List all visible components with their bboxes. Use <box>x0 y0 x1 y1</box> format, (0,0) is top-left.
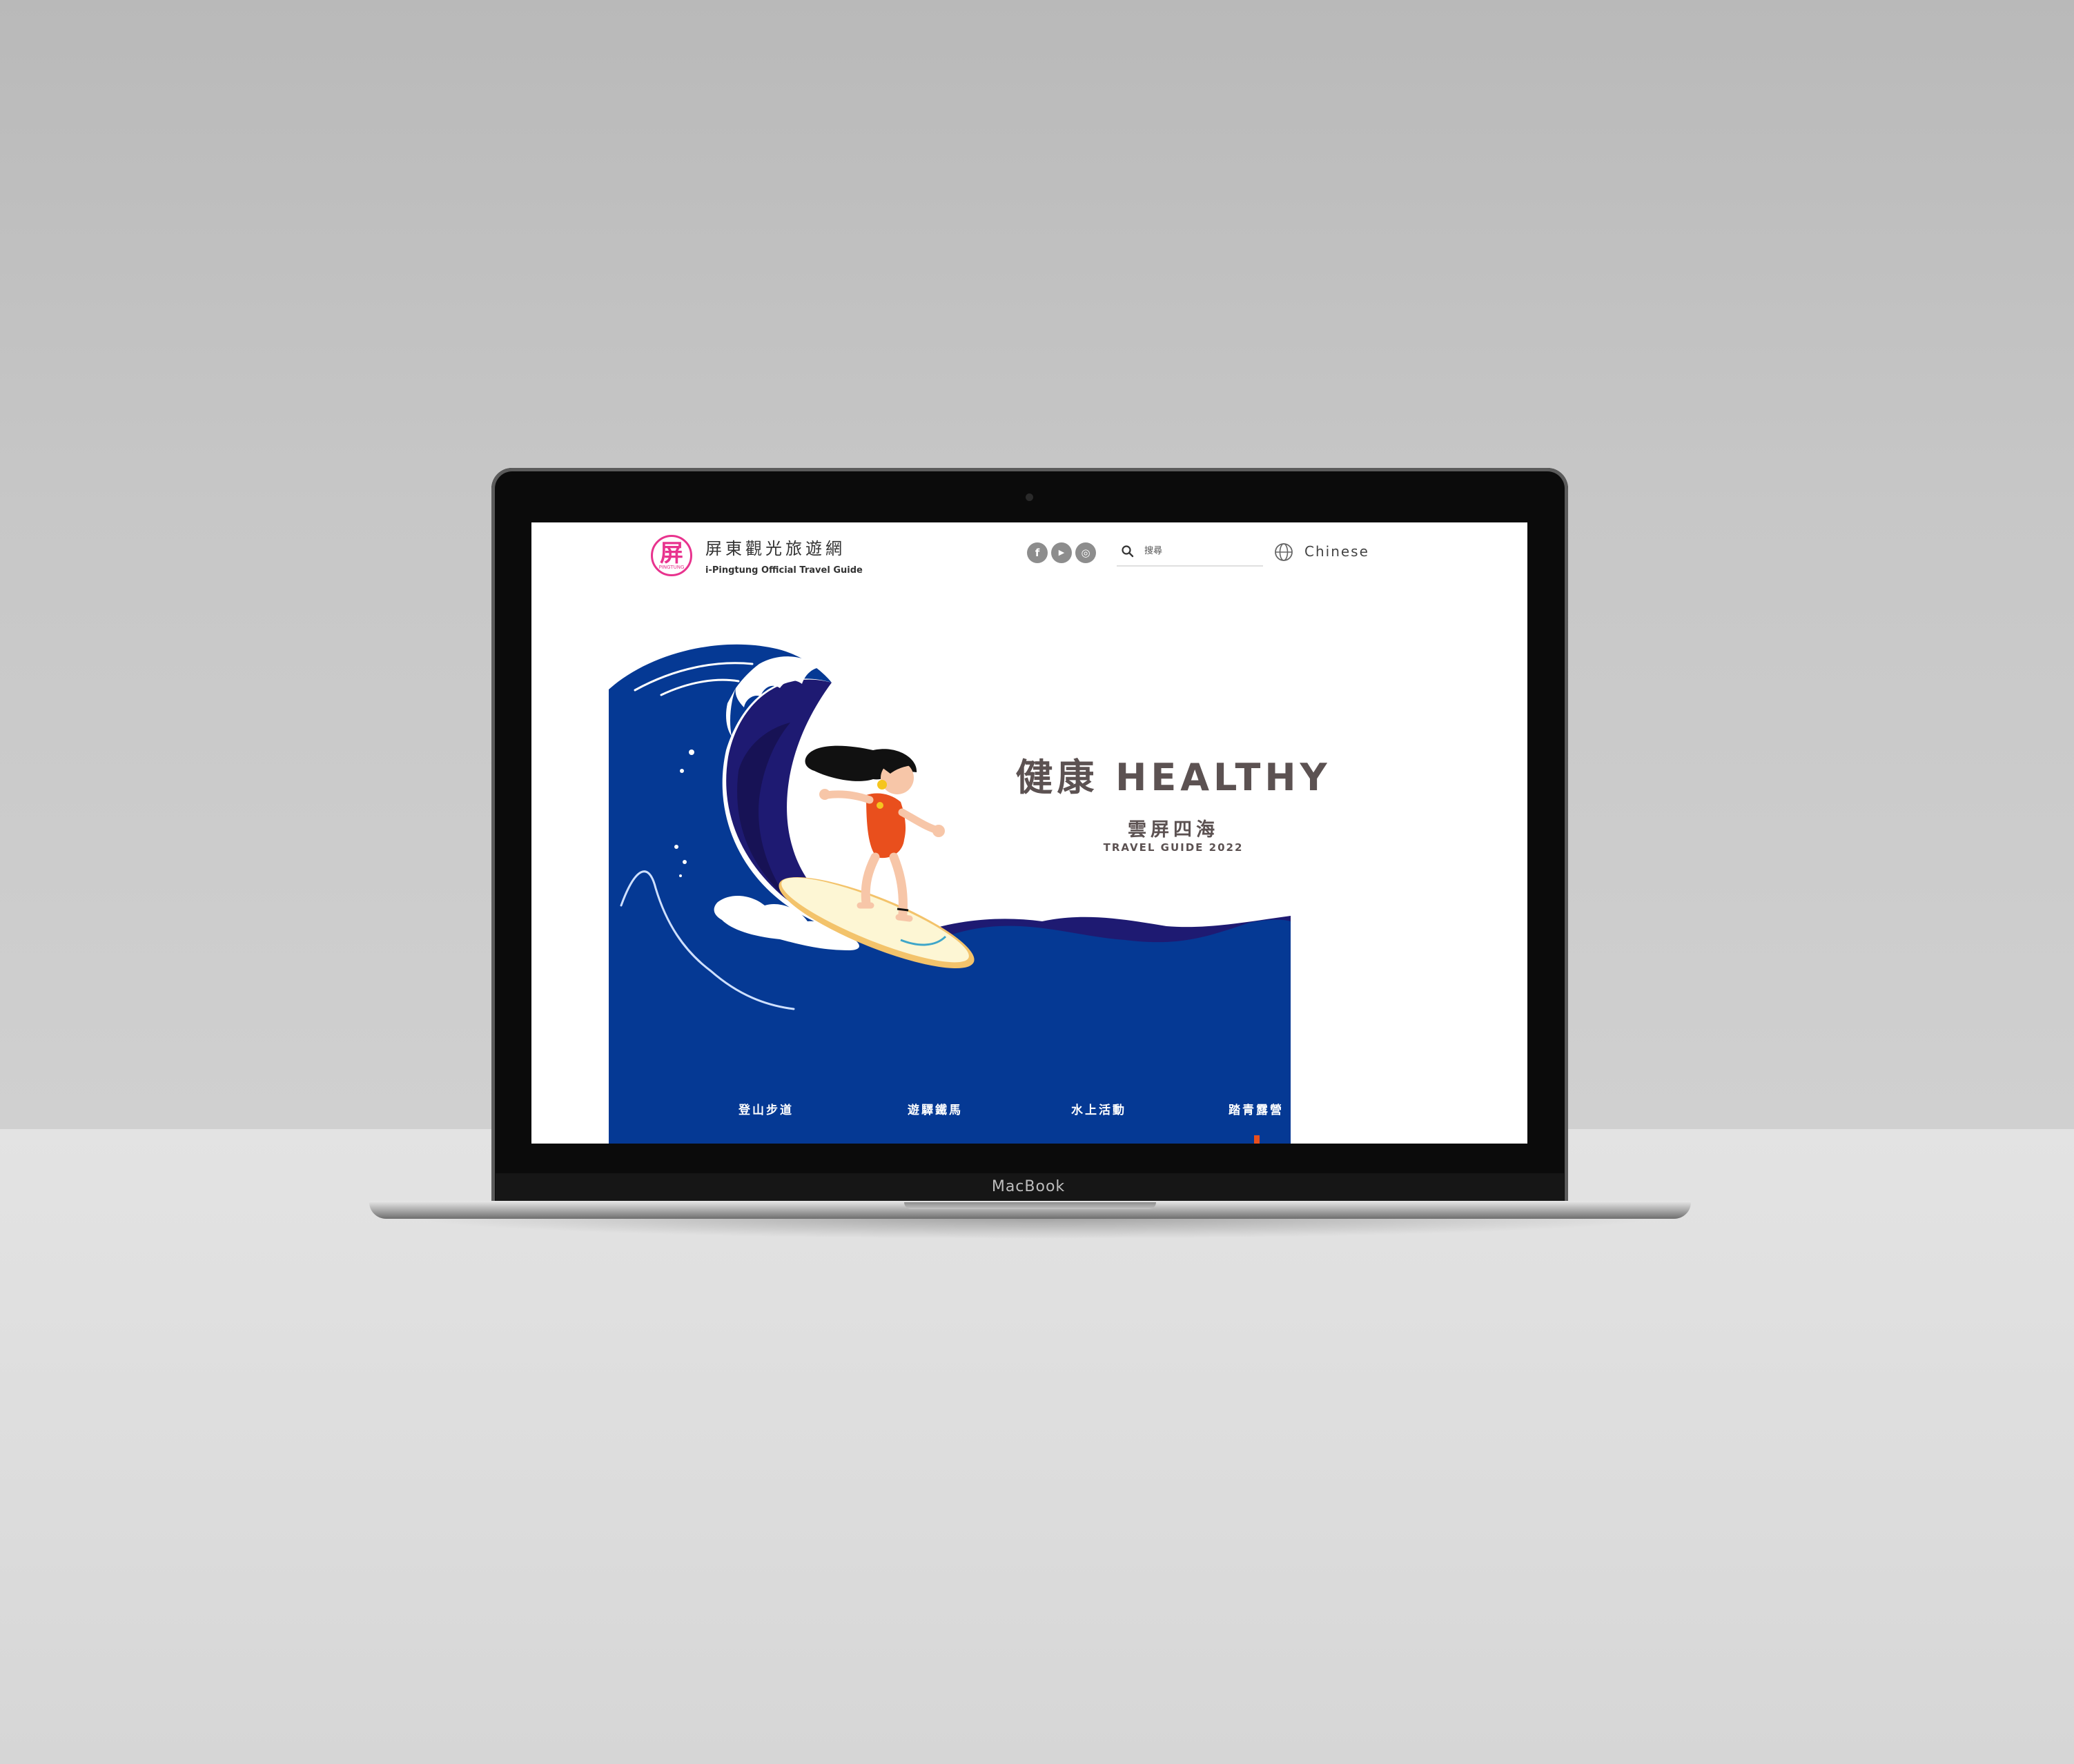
website-screen: 屏 PINGTUNG 屏東觀光旅遊網 i-Pingtung Official T… <box>531 522 1527 1144</box>
category-hiking-trails[interactable]: 登山步道 <box>711 1100 821 1117</box>
globe-icon[interactable] <box>1273 542 1294 562</box>
hero-tagline: TRAVEL GUIDE 2022 <box>1103 841 1244 854</box>
category-indicator <box>1254 1135 1260 1144</box>
hero-title: 健康 HEALTHY <box>1015 756 1331 799</box>
search-box[interactable] <box>1117 538 1263 567</box>
category-cycling[interactable]: 遊驛鐵馬 <box>880 1100 990 1117</box>
hero-subtitle: 雲屏四海 <box>1128 819 1219 841</box>
laptop-hinge-notch <box>904 1202 1156 1209</box>
language-selector[interactable]: Chinese <box>1304 543 1369 560</box>
instagram-icon[interactable]: ◎ <box>1075 542 1096 563</box>
camera-icon <box>1026 493 1033 501</box>
site-logo[interactable]: 屏 PINGTUNG <box>651 535 692 576</box>
site-title[interactable]: 屏東觀光旅遊網 <box>705 535 845 559</box>
device-brand-label: MacBook <box>991 1178 1066 1195</box>
category-water-activities[interactable]: 水上活動 <box>1044 1100 1154 1117</box>
youtube-icon[interactable]: ▶ <box>1051 542 1072 563</box>
logo-character: 屏 <box>660 540 683 567</box>
category-camping[interactable]: 踏青露營 <box>1201 1100 1311 1117</box>
site-subtitle: i-Pingtung Official Travel Guide <box>705 565 863 576</box>
search-input[interactable] <box>1144 543 1255 558</box>
search-icon[interactable] <box>1121 545 1135 558</box>
logo-wordmark: PINGTUNG <box>658 565 685 570</box>
facebook-icon[interactable]: f <box>1027 542 1048 563</box>
